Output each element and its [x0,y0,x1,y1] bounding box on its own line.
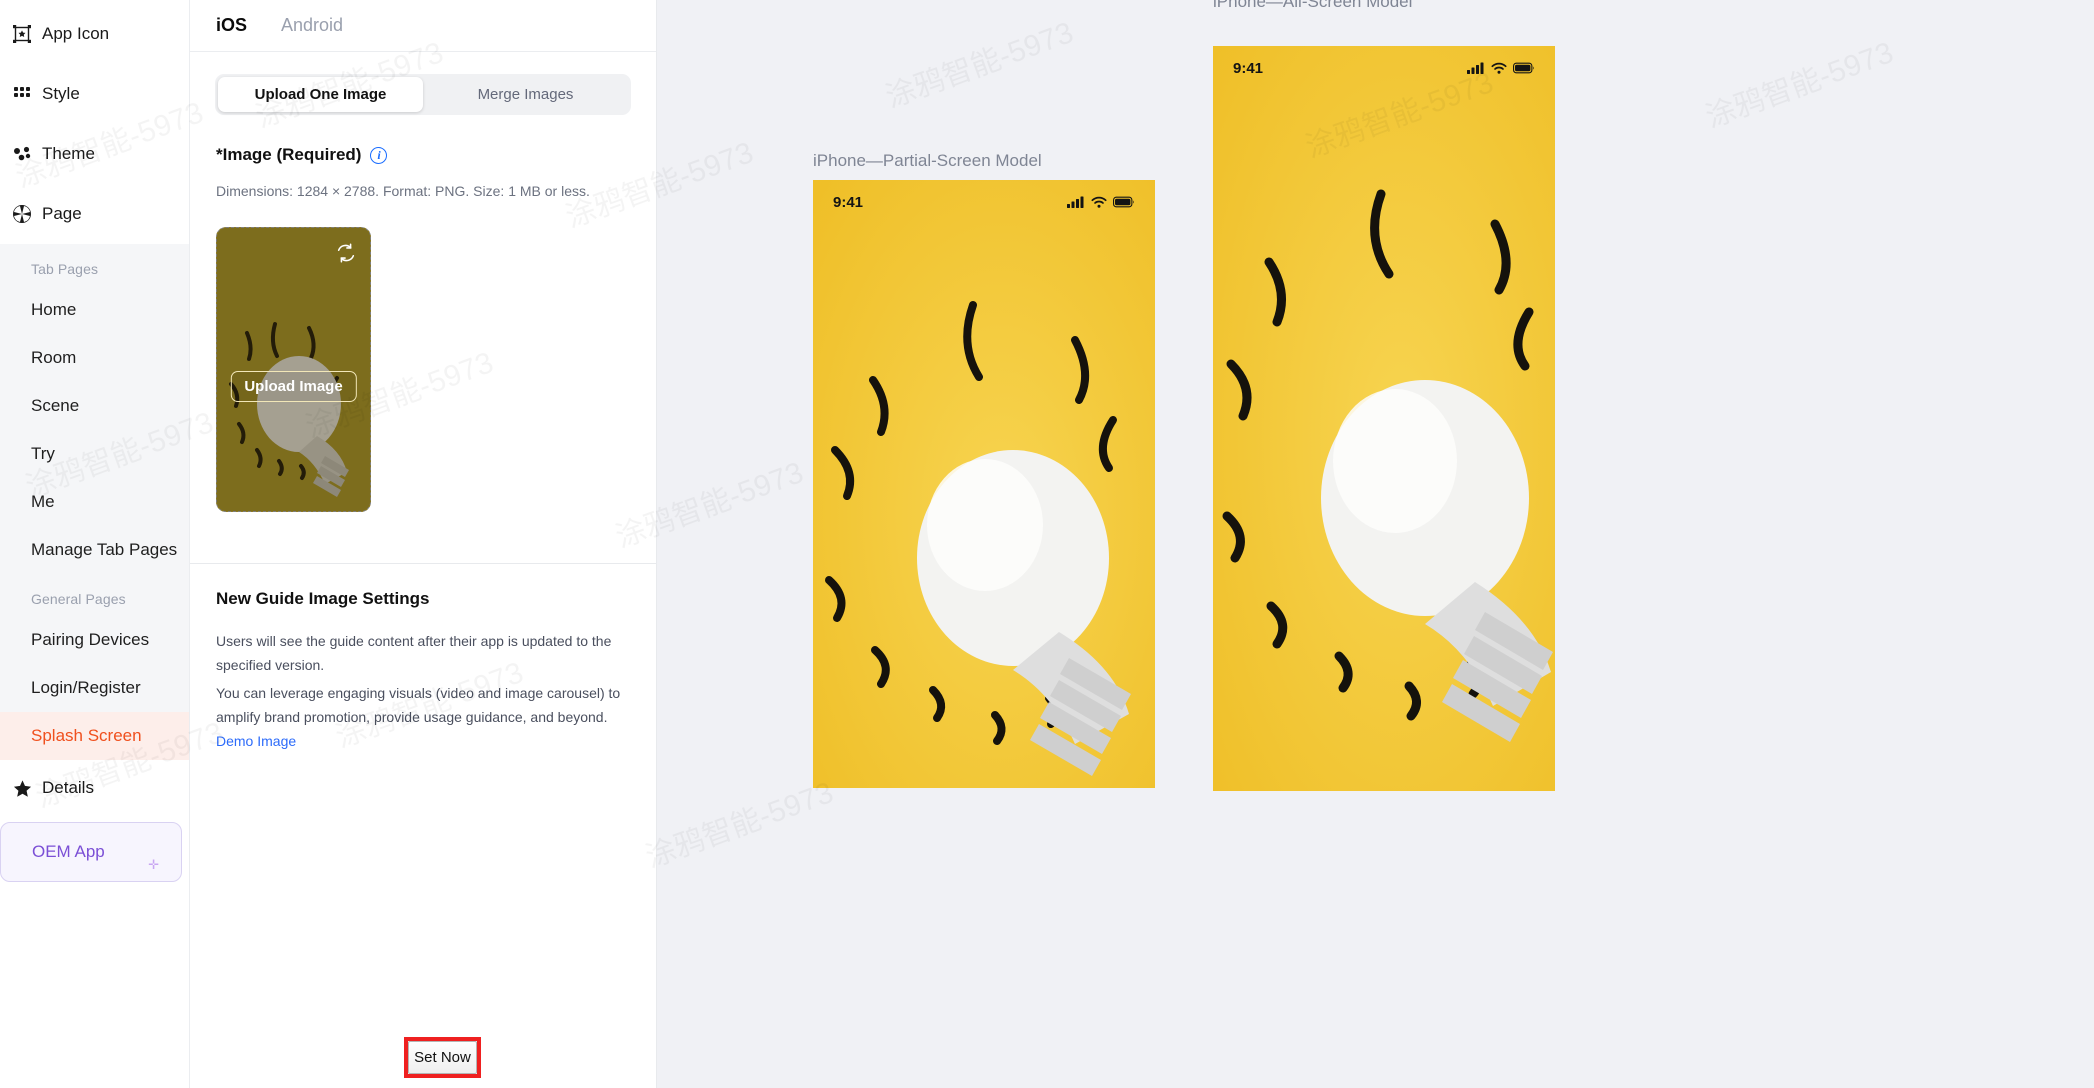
sparkle-icon: ✛ [148,857,159,872]
sidebar-item-label: App Icon [42,24,110,43]
preview-panel: iPhone—Partial-Screen Model 9:41 iPhone—… [657,0,2094,1088]
image-requirements-hint: Dimensions: 1284 × 2788. Format: PNG. Si… [216,183,590,199]
status-bar-icons [1067,196,1135,208]
sidebar-item-try[interactable]: Try [0,430,189,478]
signal-bars-icon [1467,62,1484,74]
bulb-artwork-all [1213,46,1555,791]
sidebar-item-label: Theme [42,144,95,163]
sidebar-details-section: Details OEM App ✛ [0,760,189,882]
refresh-icon[interactable] [335,242,357,264]
sidebar-item-page[interactable]: Page [0,184,189,244]
status-bar-all-screen: 9:41 [1213,46,1555,90]
sidebar-item-home[interactable]: Home [0,286,189,334]
image-field-label: *Image (Required) [216,145,362,164]
sidebar-item-label: Page [42,204,82,223]
guide-settings-section: New Guide Image Settings Users will see … [190,589,656,753]
platform-tabs: iOS Android [190,0,656,52]
sidebar-item-login-register[interactable]: Login/Register [0,664,189,712]
upload-image-button[interactable]: Upload Image [230,371,357,402]
tab-android[interactable]: Android [281,15,343,36]
sidebar-item-scene[interactable]: Scene [0,382,189,430]
set-now-highlight: Set Now [404,1037,481,1078]
sidebar: App Icon Style Theme Page Tab Pages Home… [0,0,190,1088]
uploaded-image-thumbnail[interactable]: Upload Image [216,227,371,512]
sidebar-group-tab-pages: Tab Pages [31,261,99,277]
battery-icon [1513,62,1534,74]
settings-panel: iOS Android Upload One Image Merge Image… [190,0,657,1088]
sidebar-item-splash-screen[interactable]: Splash Screen [0,712,189,760]
sidebar-item-me[interactable]: Me [0,478,189,526]
sidebar-item-label: Style [42,84,80,103]
phone-title-all-screen: iPhone—All-Screen Model [1213,0,1413,11]
status-bar-icons [1467,62,1535,74]
sidebar-item-room[interactable]: Room [0,334,189,382]
set-now-button[interactable]: Set Now [408,1041,477,1074]
segment-upload-one-image[interactable]: Upload One Image [218,77,423,112]
bulb-artwork-partial [813,180,1155,788]
app-root: App Icon Style Theme Page Tab Pages Home… [0,0,2094,1088]
image-field-label-row: *Image (Required) i [216,145,656,165]
phone-preview-all-screen[interactable]: 9:41 [1213,46,1555,791]
sidebar-sub-nav: Tab Pages Home Room Scene Try Me Manage … [0,244,189,760]
status-bar-time: 9:41 [1233,59,1264,77]
sidebar-top-nav: App Icon Style Theme Page [0,0,189,244]
sidebar-item-style[interactable]: Style [0,64,189,124]
sidebar-item-theme[interactable]: Theme [0,124,189,184]
clover-dots-icon [10,144,34,164]
app-icon-frame-icon [10,24,34,44]
wifi-icon [1091,196,1107,208]
upload-mode-segmented-control: Upload One Image Merge Images [215,74,631,115]
sidebar-item-label: Details [42,778,94,797]
oem-app-card[interactable]: OEM App ✛ [0,822,182,882]
sidebar-item-app-icon[interactable]: App Icon [0,4,189,64]
signal-bars-icon [1067,196,1084,208]
demo-image-link[interactable]: Demo Image [216,733,296,749]
sidebar-group-general-pages: General Pages [31,591,126,607]
info-circle-icon[interactable]: i [370,146,388,164]
oem-app-label: OEM App [32,842,105,861]
sidebar-item-details[interactable]: Details [0,760,189,816]
guide-paragraph-2: You can leverage engaging visuals (video… [216,681,630,753]
aperture-icon [10,204,34,224]
tab-ios[interactable]: iOS [216,15,247,36]
sidebar-item-pairing-devices[interactable]: Pairing Devices [0,616,189,664]
battery-icon [1113,196,1134,208]
guide-paragraph-1: Users will see the guide content after t… [216,633,612,673]
guide-settings-title: New Guide Image Settings [216,589,430,608]
phone-preview-partial-screen[interactable]: 9:41 [813,180,1155,788]
phone-title-partial-screen: iPhone—Partial-Screen Model [813,151,1042,170]
wifi-icon [1491,62,1507,74]
segment-merge-images[interactable]: Merge Images [423,77,628,112]
thumbnail-overlay [217,228,370,511]
grid-dots-icon [10,85,34,103]
guide-paragraph-2-text: You can leverage engaging visuals (video… [216,685,621,725]
star-icon [10,779,34,798]
status-bar-time: 9:41 [833,193,864,211]
sidebar-item-manage-tab-pages[interactable]: Manage Tab Pages [0,526,189,574]
panel-divider [190,563,656,564]
status-bar-partial: 9:41 [813,180,1155,224]
